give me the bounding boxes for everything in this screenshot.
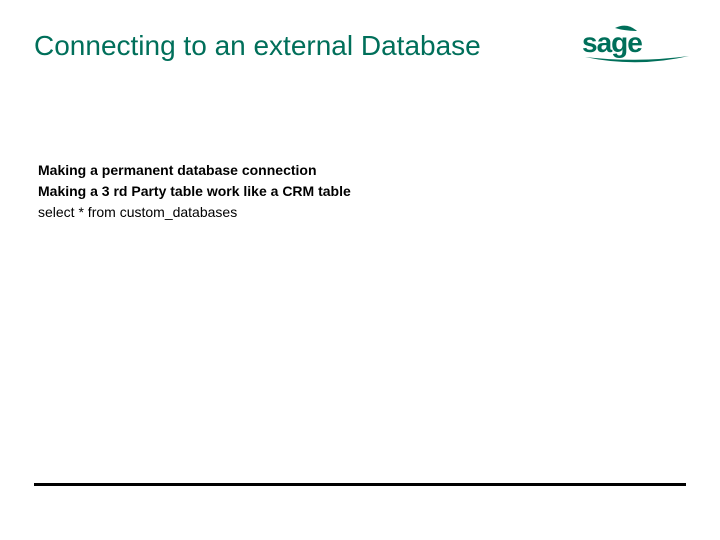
bottom-divider: [34, 483, 686, 486]
page-title: Connecting to an external Database: [34, 30, 481, 62]
slide: Connecting to an external Database sage …: [0, 0, 720, 540]
body-text: Making a permanent database connection M…: [38, 160, 351, 223]
logo-text-svg: sage: [582, 27, 642, 58]
sage-logo: sage: [582, 24, 692, 68]
body-line-2: Making a 3 rd Party table work like a CR…: [38, 181, 351, 202]
body-line-1: Making a permanent database connection: [38, 160, 351, 181]
body-line-3: select * from custom_databases: [38, 202, 351, 223]
